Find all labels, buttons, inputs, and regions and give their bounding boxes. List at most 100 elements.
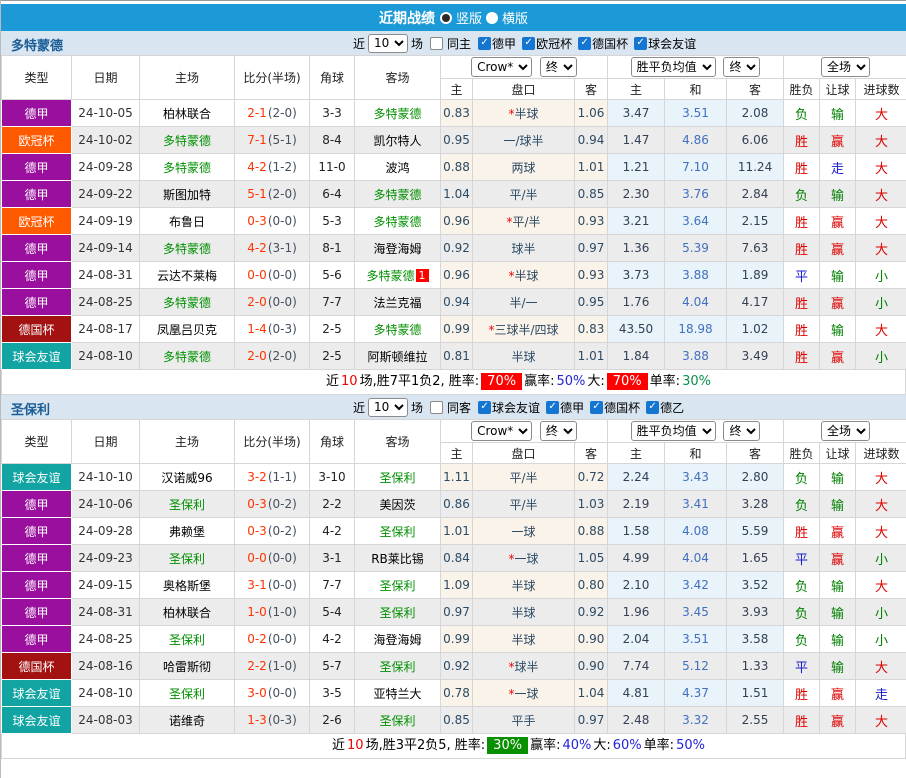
match-row: 球会友谊 24-10-10 汉诺威96 3-2(1-1) 3-10 圣保利 1.11 平/半 0… bbox=[1, 463, 906, 491]
result-cell: 负 bbox=[783, 625, 821, 653]
avg-draw-odds: 3.88 bbox=[664, 261, 728, 289]
league-filter-label: 德乙 bbox=[660, 400, 685, 415]
home-team: 哈雷斯彻 bbox=[139, 652, 235, 680]
match-row: 德甲 24-08-31 柏林联合 1-0(1-0) 5-4 圣保利 0.97 半球 0.92 1.… bbox=[1, 598, 906, 626]
handicap-star: * bbox=[506, 214, 513, 229]
avg-away-odds: 3.28 bbox=[726, 490, 785, 518]
home-team: 圣保利 bbox=[139, 625, 235, 653]
handicap-result-cell: 输 bbox=[819, 463, 857, 491]
summary-part: 单率: bbox=[649, 374, 681, 389]
subcol-goals: 进球数 bbox=[855, 78, 906, 100]
handicap-result-cell: 赢 bbox=[819, 544, 857, 572]
avg-dropdown-group: 胜平负均值 终 bbox=[607, 419, 785, 443]
home-team: 斯图加特 bbox=[139, 180, 235, 208]
matches-table: 类型 日期 主场 比分(半场) 角球 客场 Crow* 终 胜平负均值 终 全场… bbox=[1, 419, 906, 734]
view-mode-radio[interactable] bbox=[486, 11, 498, 24]
league-filter-checkbox[interactable]: ✓ bbox=[478, 400, 492, 414]
subcol-handicap: 盘口 bbox=[472, 78, 575, 100]
match-row: 德甲 24-09-22 斯图加特 5-1(2-0) 6-4 多特蒙德 1.04 平/半 0.85… bbox=[1, 180, 906, 208]
away-odds: 0.97 bbox=[573, 706, 609, 734]
avg-home-odds: 1.21 bbox=[607, 153, 666, 181]
league-filter-checkbox[interactable]: ✓ bbox=[578, 36, 592, 50]
match-row: 德甲 24-09-28 弗赖堡 0-3(0-2) 4-2 圣保利 1.01 一球 0.88 1.5… bbox=[1, 517, 906, 545]
avg-type-select[interactable]: 胜平负均值 bbox=[630, 57, 716, 77]
subcol-avg-home: 主 bbox=[607, 78, 666, 100]
same-side-checkbox[interactable] bbox=[430, 400, 444, 414]
avg-final-select[interactable]: 终 bbox=[723, 57, 761, 77]
home-team: 诺维奇 bbox=[139, 706, 235, 734]
league-filter-checkbox[interactable]: ✓ bbox=[646, 400, 660, 414]
corners-cell: 4-2 bbox=[309, 625, 355, 653]
corners-cell: 6-4 bbox=[309, 180, 355, 208]
league-cell: 德甲 bbox=[1, 517, 72, 545]
avg-home-odds: 2.04 bbox=[607, 625, 666, 653]
matches-table: 类型 日期 主场 比分(半场) 角球 客场 Crow* 终 胜平负均值 终 全场… bbox=[1, 55, 906, 370]
handicap-cell: 半球 bbox=[472, 342, 575, 370]
handicap-result-cell: 赢 bbox=[819, 517, 857, 545]
handicap-cell: 平/半 bbox=[472, 180, 575, 208]
league-filter-checkbox[interactable]: ✓ bbox=[590, 400, 604, 414]
score-cell: 0-0(0-0) bbox=[234, 261, 310, 289]
avg-home-odds: 2.24 bbox=[607, 463, 666, 491]
odds-final-select[interactable]: 终 bbox=[539, 421, 577, 441]
home-team: 凤凰吕贝克 bbox=[139, 315, 235, 343]
result-cell: 胜 bbox=[783, 679, 821, 707]
away-odds: 0.83 bbox=[573, 315, 609, 343]
match-count-select[interactable]: 10 bbox=[368, 397, 409, 417]
handicap-result-cell: 赢 bbox=[819, 126, 857, 154]
goals-result-cell: 大 bbox=[855, 571, 906, 599]
odds-source-select[interactable]: Crow* bbox=[471, 57, 533, 77]
recent-results-page: 近期战绩 竖版 横版 多特蒙德 近 10 场 同主 ✓ 德甲 ✓ 欧冠杯 ✓ 德国杯 ✓ 球会友… bbox=[0, 0, 906, 778]
score-cell: 7-1(5-1) bbox=[234, 126, 310, 154]
team-name: 多特蒙德 bbox=[11, 39, 64, 54]
scope-select[interactable]: 全场 bbox=[821, 421, 871, 441]
goals-result-cell: 小 bbox=[855, 598, 906, 626]
odds-source-select[interactable]: Crow* bbox=[471, 421, 533, 441]
score-cell: 2-0(2-0) bbox=[234, 342, 310, 370]
home-team: 云达不莱梅 bbox=[139, 261, 235, 289]
odds-final-select[interactable]: 终 bbox=[539, 57, 577, 77]
handicap-cell: 一/球半 bbox=[472, 126, 575, 154]
near-label: 近 bbox=[353, 400, 366, 415]
section-header: 多特蒙德 近 10 场 同主 ✓ 德甲 ✓ 欧冠杯 ✓ 德国杯 ✓ 球会友谊 bbox=[1, 31, 906, 55]
same-side-label: 同主 bbox=[447, 36, 472, 51]
avg-dropdown-group: 胜平负均值 终 bbox=[607, 55, 785, 79]
result-cell: 负 bbox=[783, 463, 821, 491]
filter-controls: 近 10 场 同主 ✓ 德甲 ✓ 欧冠杯 ✓ 德国杯 ✓ 球会友谊 bbox=[353, 31, 698, 55]
score-cell: 3-2(1-1) bbox=[234, 463, 310, 491]
avg-final-select[interactable]: 终 bbox=[723, 421, 761, 441]
away-odds: 1.05 bbox=[573, 544, 609, 572]
corners-cell: 4-2 bbox=[309, 517, 355, 545]
score-cell: 4-2(1-2) bbox=[234, 153, 310, 181]
goals-result-cell: 大 bbox=[855, 126, 906, 154]
summary-part: 近 bbox=[332, 738, 346, 753]
league-filter-checkbox[interactable]: ✓ bbox=[546, 400, 560, 414]
view-mode-radio[interactable] bbox=[439, 11, 452, 24]
avg-draw-odds: 4.08 bbox=[664, 517, 728, 545]
filter-controls: 近 10 场 同客 ✓ 球会友谊 ✓ 德甲 ✓ 德国杯 ✓ 德乙 bbox=[353, 395, 686, 419]
home-team: 圣保利 bbox=[139, 544, 235, 572]
league-filter-checkbox[interactable]: ✓ bbox=[634, 36, 648, 50]
goals-result-cell: 大 bbox=[855, 153, 906, 181]
match-count-select[interactable]: 10 bbox=[368, 33, 409, 53]
view-mode-label[interactable]: 竖版 bbox=[456, 8, 482, 27]
league-filter-label: 欧冠杯 bbox=[536, 36, 573, 51]
away-team: 海登海姆 bbox=[354, 625, 441, 653]
goals-result-cell: 大 bbox=[855, 99, 906, 127]
home-odds: 0.99 bbox=[440, 625, 473, 653]
away-team: RB莱比锡 bbox=[354, 544, 441, 572]
view-mode-label[interactable]: 横版 bbox=[502, 8, 528, 27]
league-filter-checkbox[interactable]: ✓ bbox=[522, 36, 536, 50]
away-team: 法兰克福 bbox=[354, 288, 441, 316]
result-cell: 胜 bbox=[783, 207, 821, 235]
league-filter-label: 德甲 bbox=[560, 400, 585, 415]
league-filter-checkbox[interactable]: ✓ bbox=[478, 36, 492, 50]
home-team: 圣保利 bbox=[139, 490, 235, 518]
avg-type-select[interactable]: 胜平负均值 bbox=[630, 421, 716, 441]
corners-cell: 2-2 bbox=[309, 490, 355, 518]
match-date: 24-08-31 bbox=[71, 598, 140, 626]
scope-select[interactable]: 全场 bbox=[821, 57, 871, 77]
handicap-result-cell: 输 bbox=[819, 315, 857, 343]
result-cell: 胜 bbox=[783, 153, 821, 181]
same-side-checkbox[interactable] bbox=[430, 36, 444, 50]
